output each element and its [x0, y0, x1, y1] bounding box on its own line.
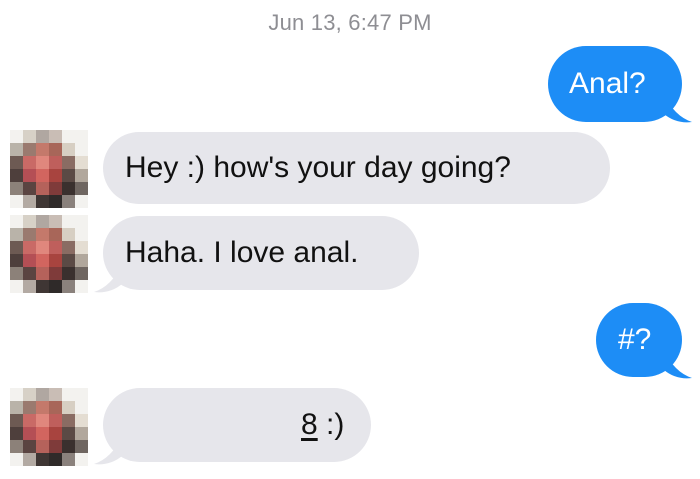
pixelated-avatar-icon [10, 388, 88, 466]
received-message-bubble[interactable]: Hey :) how's your day going? [103, 132, 610, 204]
contact-avatar[interactable] [10, 130, 88, 208]
received-message-bubble[interactable]: Haha. I love anal. [103, 216, 419, 290]
detected-number-link[interactable]: 8 [301, 408, 318, 441]
message-text: Anal? [569, 67, 646, 100]
sent-bubble-tail [664, 350, 692, 379]
sent-bubble-tail [664, 94, 692, 123]
received-bubble-tail [94, 264, 122, 293]
pixelated-avatar-icon [10, 215, 88, 293]
message-text: 8 :) [301, 410, 344, 440]
message-text: Haha. I love anal. [125, 236, 359, 269]
received-message-bubble[interactable]: 8 :) [103, 388, 371, 462]
pixelated-avatar-icon [10, 130, 88, 208]
message-timestamp: Jun 13, 6:47 PM [268, 10, 432, 35]
message-text: Hey :) how's your day going? [125, 151, 511, 184]
sent-message-bubble[interactable]: Anal? [548, 46, 682, 122]
contact-avatar[interactable] [10, 388, 88, 466]
message-text: #? [618, 323, 652, 356]
received-bubble-tail [94, 436, 122, 465]
contact-avatar[interactable] [10, 215, 88, 293]
message-suffix: :) [317, 408, 345, 441]
